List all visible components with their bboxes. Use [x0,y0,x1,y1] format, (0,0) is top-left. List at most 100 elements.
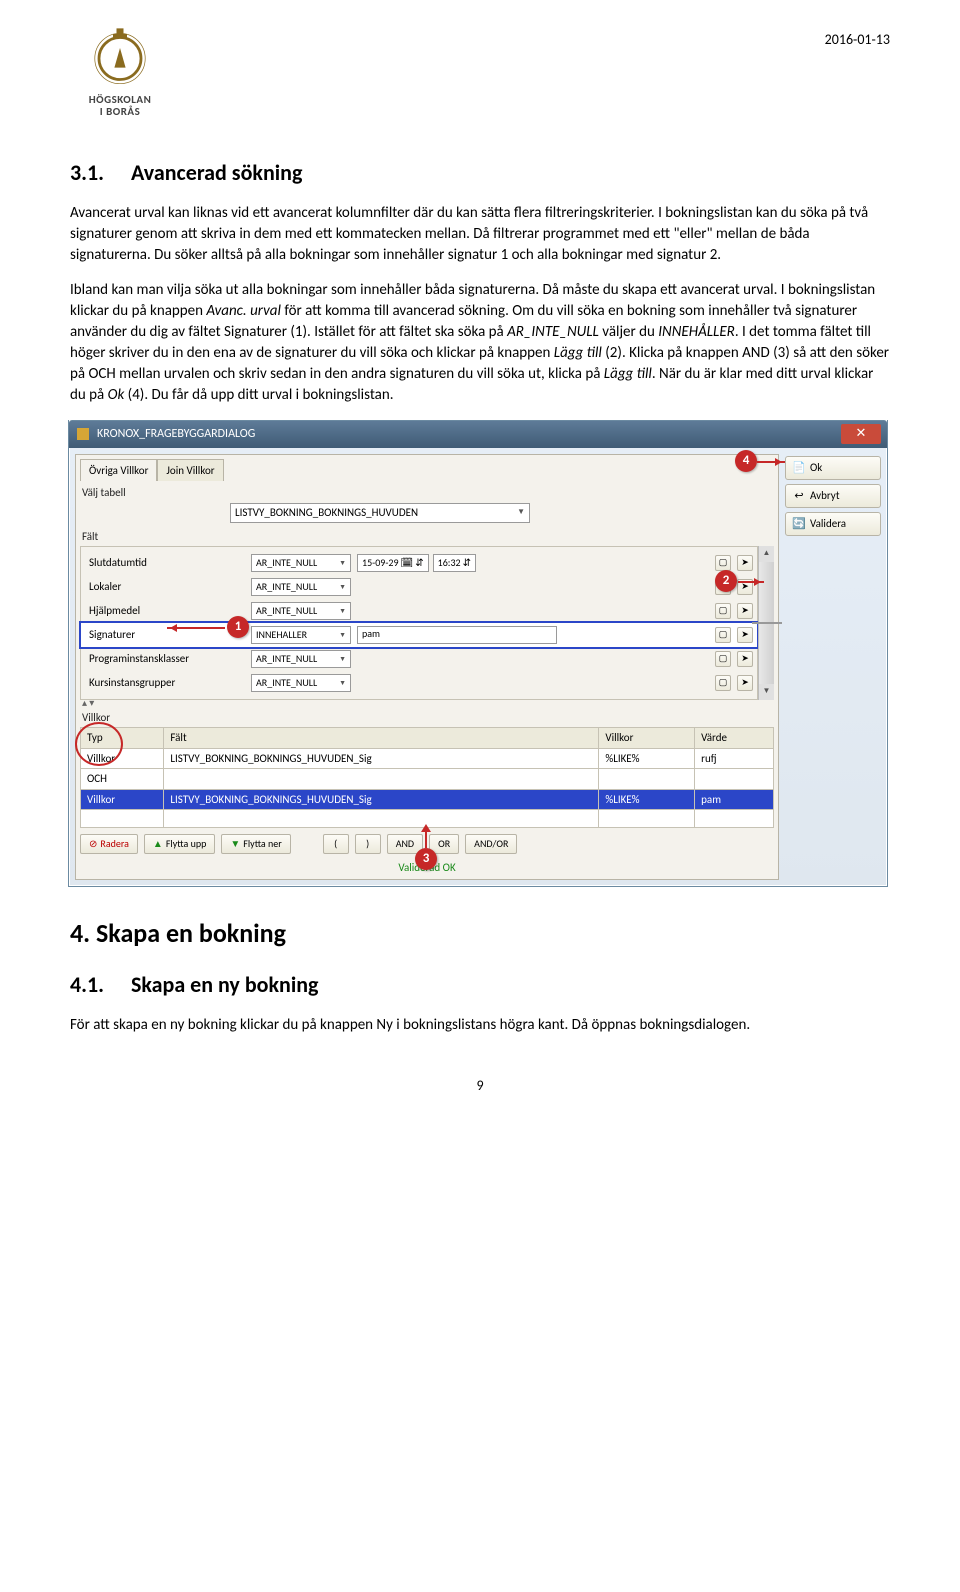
clear-icon[interactable]: ▢ [715,627,731,643]
villkor-table: Typ Fält Villkor Värde Villkor LISTVY_BO… [80,727,774,828]
select-tabell[interactable]: LISTVY_BOKNING_BOKNINGS_HUVUDEN ▼ [230,503,530,523]
dialog-right-pane: 📄Ok ↩Avbryt 🔄Validera [785,454,881,881]
field-op-select[interactable]: AR_INTE_NULL▼ [251,602,351,620]
clear-icon[interactable]: ▢ [715,555,731,571]
andor-button[interactable]: AND/OR [465,834,517,854]
para-2-i6: Ok [108,386,125,404]
close-button[interactable]: ✕ [841,424,881,444]
app-icon [75,426,91,442]
scroll-up-icon[interactable]: ▲ [759,546,774,562]
arrow-1 [167,627,225,629]
clear-icon[interactable]: ▢ [715,675,731,691]
refresh-icon: 🔄 [792,517,806,531]
calendar-icon: 🗓 [401,556,414,570]
para-2-i2: AR_INTE_NULL [507,323,599,341]
tabs: Övriga Villkor Join Villkor [80,459,774,481]
scroll-thumb[interactable] [752,622,782,624]
field-op-select[interactable]: INNEHALLER▼ [251,626,351,644]
delete-icon: ⊘ [89,837,97,851]
para-4-1: För att skapa en ny bokning klickar du p… [70,1015,890,1036]
chevron-down-icon: ▼ [517,507,525,518]
circle-annotation [75,722,123,766]
para-2-i3: INNEHÅLLER [658,323,735,341]
page-header: HÖGSKOLAN I BORÅS 2016-01-13 [70,20,890,140]
field-row-kursinstansgrupper: Kursinstansgrupper AR_INTE_NULL▼ ▢ ➤ [81,671,757,695]
vrow-3[interactable]: Villkor LISTVY_BOKNING_BOKNINGS_HUVUDEN_… [81,789,774,809]
field-op-select[interactable]: AR_INTE_NULL▼ [251,578,351,596]
field-op-select[interactable]: AR_INTE_NULL▼ [251,650,351,668]
validera-button[interactable]: 🔄Validera [785,512,881,536]
arrow-up-icon: ▲ [153,837,163,851]
field-name: Slutdatumtid [85,555,245,570]
document-date: 2016-01-13 [825,30,890,50]
arrow-2 [738,581,764,583]
section-number: 3.1. [70,158,126,189]
section-title: Avancerad sökning [131,159,302,186]
clear-icon[interactable]: ▢ [715,651,731,667]
dialog-titlebar: KRONOX_FRAGEBYGGARDIALOG ✕ [69,420,887,448]
para-2: Ibland kan man vilja söka ut alla boknin… [70,280,890,406]
rparen-button[interactable]: ) [355,834,381,854]
tab-join-villkor[interactable]: Join Villkor [157,459,223,481]
heading-4: 4. Skapa en bokning [70,915,890,951]
signatur-input[interactable]: pam [357,626,557,644]
radera-button[interactable]: ⊘Radera [80,834,138,854]
resize-grip[interactable]: ▴ ▾ [80,700,774,706]
marker-1: 1 [227,616,249,638]
field-list: Slutdatumtid AR_INTE_NULL▼ 15-09-29 🗓 ⇵ … [80,546,758,700]
section-title: Skapa en ny bokning [131,971,318,998]
dialog-title: KRONOX_FRAGEBYGGARDIALOG [97,426,841,443]
heading-4-1: 4.1. Skapa en ny bokning [70,970,890,1001]
field-row-programinstansklasser: Programinstansklasser AR_INTE_NULL▼ ▢ ➤ [81,647,757,671]
field-op-select[interactable]: AR_INTE_NULL▼ [251,554,351,572]
para-2c: väljer du [599,323,658,341]
para-2g: (4). Du får då upp ditt urval i boknings… [124,386,393,404]
field-op-select[interactable]: AR_INTE_NULL▼ [251,674,351,692]
para-2-i5: Lägg till [604,365,652,383]
field-row-lokaler: Lokaler AR_INTE_NULL▼ ▢ ➤ [81,575,757,599]
label-villkor: Villkor [82,710,774,725]
section-number: 4.1. [70,970,126,1001]
tab-ovriga-villkor[interactable]: Övriga Villkor [80,459,157,481]
th-villkor: Villkor [599,728,695,748]
avbryt-button[interactable]: ↩Avbryt [785,484,881,508]
dialog-left-pane: Övriga Villkor Join Villkor Välj tabell … [75,454,779,881]
spinner-icon: ⇵ [463,556,471,570]
marker-2: 2 [715,570,737,592]
field-name: Hjälpmedel [85,603,245,618]
cancel-icon: ↩ [792,489,806,503]
para-1: Avancerat urval kan liknas vid ett avanc… [70,203,890,266]
spinner-icon: ⇵ [415,556,423,570]
scroll-down-icon[interactable]: ▼ [759,684,774,700]
flytta-upp-button[interactable]: ▲Flytta upp [144,834,215,854]
field-name: Signaturer [85,627,245,642]
scrollbar[interactable]: ▲ ▼ [758,546,774,700]
field-name: Lokaler [85,579,245,594]
arrow-down-icon: ▼ [230,837,240,851]
marker-4: 4 [735,450,757,472]
para-2-i4: Lägg till [554,344,602,362]
vrow-2[interactable]: OCH [81,769,774,789]
arrow-4 [757,461,785,463]
flytta-ner-button[interactable]: ▼Flytta ner [221,834,290,854]
clear-icon[interactable]: ▢ [715,603,731,619]
para-2-i1: Avanc. urval [206,302,281,320]
lparen-button[interactable]: ( [323,834,349,854]
dialog-screenshot: 4 2 1 3 KRONOX_FRAGEBYGGARDIALOG ✕ Övrig… [68,420,888,888]
crest-icon [85,20,155,90]
ok-button[interactable]: 📄Ok [785,456,881,480]
select-tabell-value: LISTVY_BOKNING_BOKNINGS_HUVUDEN [235,505,418,520]
field-row-slutdatumtid: Slutdatumtid AR_INTE_NULL▼ 15-09-29 🗓 ⇵ … [81,551,757,575]
date-input[interactable]: 15-09-29 🗓 ⇵ [357,554,429,572]
logo-text-2: I BORÅS [100,105,141,118]
field-name: Kursinstansgrupper [85,675,245,690]
arrow-3-stem [425,830,427,848]
field-name: Programinstansklasser [85,651,245,666]
time-input[interactable]: 16:32 ⇵ [433,554,476,572]
field-row-hjalpmedel: Hjälpmedel AR_INTE_NULL▼ ▢ ➤ [81,599,757,623]
page-number: 9 [70,1076,890,1096]
th-falt: Fält [164,728,599,748]
vrow-1[interactable]: Villkor LISTVY_BOKNING_BOKNINGS_HUVUDEN_… [81,748,774,768]
heading-3-1: 3.1. Avancerad sökning [70,158,890,189]
th-varde: Värde [695,728,774,748]
